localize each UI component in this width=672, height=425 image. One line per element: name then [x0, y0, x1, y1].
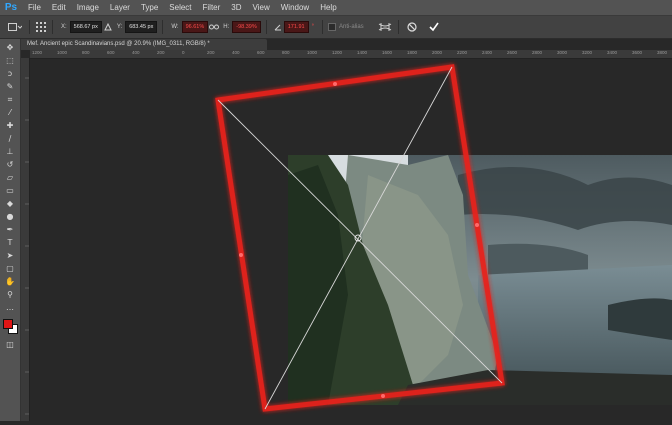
ruler-tick-label: 3200 [582, 50, 593, 55]
menu-filter[interactable]: Filter [203, 3, 221, 12]
ruler-tick-label: 2200 [457, 50, 468, 55]
healing-brush-tool-icon[interactable]: ✚ [4, 121, 16, 130]
foreground-color-swatch[interactable] [3, 319, 13, 329]
x-label: X: [61, 24, 67, 30]
path-selection-tool-icon[interactable]: ➤ [4, 251, 16, 260]
menu-image[interactable]: Image [77, 3, 99, 12]
clone-stamp-tool-icon[interactable]: ⊥ [4, 147, 16, 156]
commit-transform-icon[interactable] [426, 22, 442, 32]
rotation-angle-field[interactable]: 171.91 [283, 21, 309, 33]
ruler-tick-label: 0 [182, 50, 185, 55]
height-label: H: [223, 24, 230, 30]
ruler-tick-label: 3800 [657, 50, 668, 55]
ruler-tick-label: 600 [257, 50, 265, 55]
tools-panel: ✥ ⬚ ↄ ✎ ⌗ ⁄ ✚ ∕ ⊥ ↺ ▱ ▭ ◆ ● ✒ T ➤ ▢ ✋ ⚲ … [0, 39, 21, 421]
width-field[interactable]: 96.61% [181, 21, 209, 33]
options-bar: X: 568.67 px Y: 683.45 px W: 96.61% H: -… [0, 16, 672, 39]
horizontal-ruler: 1200 1000 800 600 400 200 0 200 400 600 800 1000 120… [30, 50, 672, 59]
ruler-tick-label: 1400 [357, 50, 368, 55]
ruler-tick-label: 2600 [507, 50, 518, 55]
y-position-field[interactable]: 683.45 px [125, 21, 158, 33]
crop-tool-icon[interactable]: ⌗ [4, 95, 16, 104]
color-swatches [0, 316, 20, 336]
brush-tool-icon[interactable]: ∕ [4, 134, 16, 143]
divider [52, 20, 53, 34]
gradient-tool-icon[interactable]: ▭ [4, 186, 16, 195]
menu-type[interactable]: Type [141, 3, 158, 12]
ruler-tick-label: 1000 [57, 50, 68, 55]
photoshop-logo: Ps [4, 2, 18, 13]
degree-symbol: ° [311, 24, 314, 30]
lasso-tool-icon[interactable]: ↄ [4, 69, 16, 78]
ruler-tick-label: 200 [157, 50, 165, 55]
hand-tool-icon[interactable]: ✋ [4, 277, 16, 286]
ruler-tick-label: 2400 [482, 50, 493, 55]
menu-layer[interactable]: Layer [110, 3, 130, 12]
ruler-tick-label: 1800 [407, 50, 418, 55]
divider [162, 20, 164, 34]
ruler-tick-label: 800 [282, 50, 290, 55]
y-label: Y: [116, 24, 123, 30]
triangle-icon[interactable] [102, 22, 114, 32]
divider [265, 20, 267, 34]
rectangle-tool-icon[interactable]: ▢ [4, 264, 16, 273]
tool-preset-icon[interactable] [6, 22, 24, 32]
height-field[interactable]: -98.39% [232, 21, 261, 33]
menu-help[interactable]: Help [320, 3, 336, 12]
ruler-tick-label: 3600 [632, 50, 643, 55]
pen-tool-icon[interactable]: ✒ [4, 225, 16, 234]
eyedropper-tool-icon[interactable]: ⁄ [4, 108, 16, 117]
quick-mask-icon[interactable]: ◫ [4, 340, 16, 349]
link-icon[interactable] [208, 22, 220, 32]
ruler-tick-label: 2000 [432, 50, 443, 55]
antialias-checkbox[interactable] [327, 23, 336, 31]
ruler-tick-label: 3000 [557, 50, 568, 55]
ruler-tick-label: 1200 [32, 50, 43, 55]
ruler-tick-label: 600 [107, 50, 115, 55]
antialias-label: Anti-alias [338, 24, 364, 30]
history-brush-tool-icon[interactable]: ↺ [4, 160, 16, 169]
divider [321, 20, 323, 34]
menu-window[interactable]: Window [281, 3, 309, 12]
divider [29, 20, 30, 34]
ruler-tick-label: 400 [232, 50, 240, 55]
blur-tool-icon[interactable]: ◆ [4, 199, 16, 208]
reference-point-icon[interactable] [35, 22, 47, 32]
menu-view[interactable]: View [253, 3, 270, 12]
type-tool-icon[interactable]: T [4, 238, 16, 247]
ruler-tick-label: 400 [132, 50, 140, 55]
ruler-tick-label: 200 [207, 50, 215, 55]
menu-3d[interactable]: 3D [231, 3, 241, 12]
ruler-tick-label: 3400 [607, 50, 618, 55]
warp-mode-icon[interactable] [377, 22, 393, 32]
menu-edit[interactable]: Edit [52, 3, 66, 12]
fjord-photo-layer[interactable] [288, 155, 672, 405]
ruler-tick-label: 1600 [382, 50, 393, 55]
vertical-ruler [21, 58, 30, 421]
marquee-tool-icon[interactable]: ⬚ [4, 56, 16, 65]
divider [397, 20, 399, 34]
move-tool-icon[interactable]: ✥ [4, 43, 16, 52]
menu-file[interactable]: File [28, 3, 41, 12]
angle-icon [272, 22, 284, 32]
ruler-tick-label: 1000 [307, 50, 318, 55]
quick-selection-tool-icon[interactable]: ✎ [4, 82, 16, 91]
document-tab[interactable]: Mef. Ancient epic Scandinavians.psd @ 20… [21, 39, 267, 50]
more-tools-icon[interactable]: … [4, 303, 16, 312]
cancel-transform-icon[interactable] [404, 22, 420, 32]
x-position-field[interactable]: 568.67 px [69, 21, 102, 33]
dodge-tool-icon[interactable]: ● [4, 212, 16, 221]
ruler-tick-label: 800 [82, 50, 90, 55]
width-label: W: [171, 24, 179, 30]
menu-select[interactable]: Select [169, 3, 191, 12]
ruler-tick-label: 2800 [532, 50, 543, 55]
zoom-tool-icon[interactable]: ⚲ [4, 290, 16, 299]
document-title: Mef. Ancient epic Scandinavians.psd @ 20… [27, 41, 210, 47]
eraser-tool-icon[interactable]: ▱ [4, 173, 16, 182]
menu-bar: Ps File Edit Image Layer Type Select Fil… [0, 0, 672, 16]
ruler-tick-label: 1200 [332, 50, 343, 55]
